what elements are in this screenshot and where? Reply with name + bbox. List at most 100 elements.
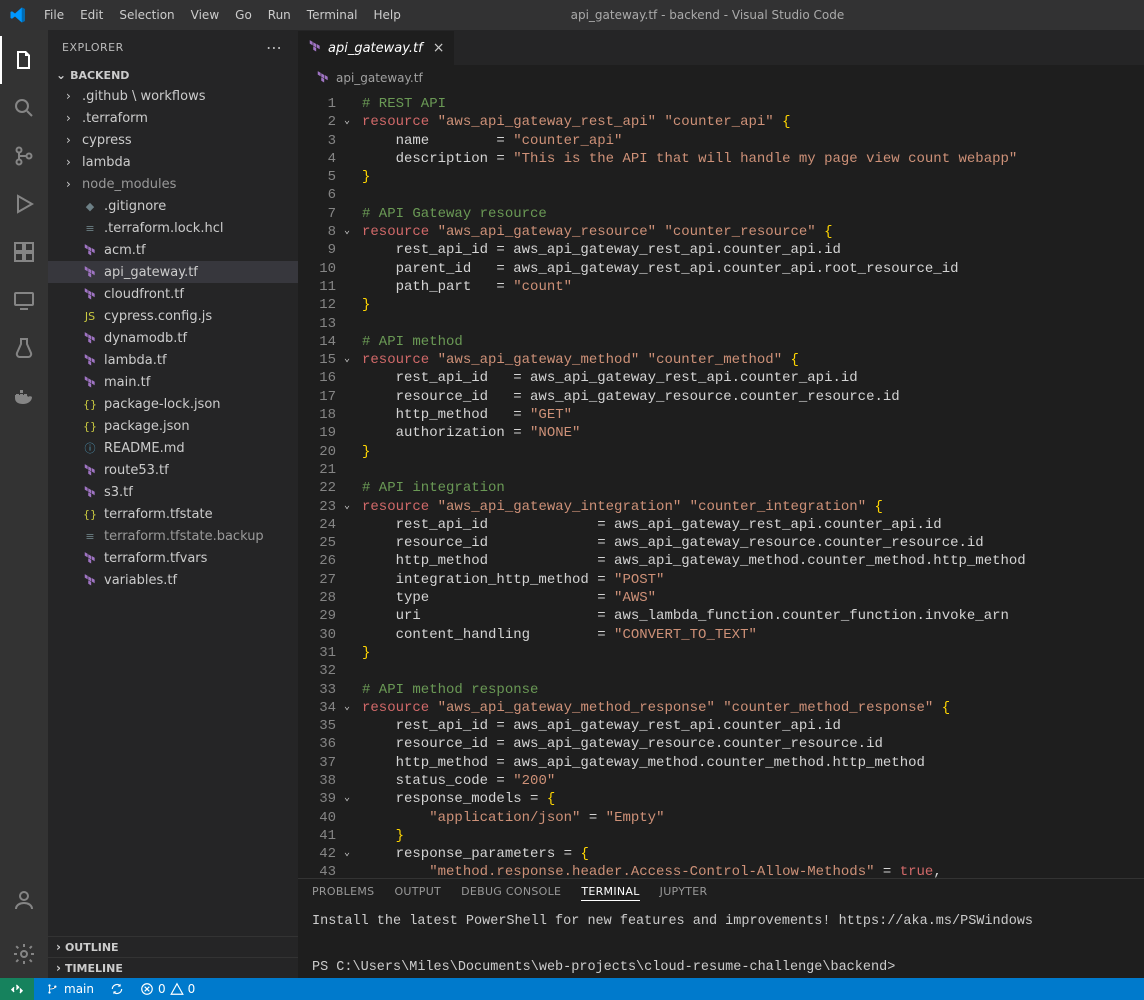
panel-tab-debug-console[interactable]: DEBUG CONSOLE: [461, 885, 561, 901]
fold-icon[interactable]: ⌄: [344, 351, 350, 369]
outline-section[interactable]: › OUTLINE: [48, 936, 298, 957]
gitignore-icon: ◆: [82, 200, 98, 213]
folder-item[interactable]: ›cypress: [48, 129, 298, 151]
file-item[interactable]: {}package-lock.json: [48, 393, 298, 415]
testing-icon[interactable]: [0, 324, 48, 372]
explorer-header: EXPLORER ⋯: [48, 30, 298, 65]
tree-item-label: .terraform: [82, 111, 148, 126]
docker-icon[interactable]: [0, 372, 48, 420]
file-item[interactable]: variables.tf: [48, 569, 298, 591]
panel: PROBLEMS OUTPUT DEBUG CONSOLE TERMINAL JUPYT…: [298, 878, 1144, 978]
fold-icon[interactable]: ⌄: [344, 790, 350, 808]
terraform-icon: [82, 287, 98, 301]
file-item[interactable]: terraform.tfvars: [48, 547, 298, 569]
editor-area: api_gateway.tf × api_gateway.tf 12⌄34567…: [298, 30, 1144, 978]
folder-root[interactable]: ⌄ BACKEND: [48, 65, 298, 85]
problems-status[interactable]: 0 0: [132, 982, 203, 996]
sync-icon[interactable]: [102, 982, 132, 996]
folder-item[interactable]: ›node_modules: [48, 173, 298, 195]
menu-go[interactable]: Go: [227, 0, 260, 30]
line-gutter: 12⌄345678⌄9101112131415⌄1617181920212223…: [298, 91, 346, 878]
source-control-icon[interactable]: [0, 132, 48, 180]
menu-selection[interactable]: Selection: [111, 0, 182, 30]
json-icon: {}: [82, 508, 98, 521]
panel-tab-terminal[interactable]: TERMINAL: [581, 885, 639, 901]
code-editor[interactable]: 12⌄345678⌄9101112131415⌄1617181920212223…: [298, 91, 1144, 878]
file-tree: ›.github \ workflows›.terraform›cypress›…: [48, 85, 298, 936]
tree-item-label: README.md: [104, 441, 185, 456]
panel-tab-jupyter[interactable]: JUPYTER: [660, 885, 708, 901]
terminal[interactable]: Install the latest PowerShell for new fe…: [298, 905, 1144, 986]
terraform-icon: [82, 485, 98, 499]
lock-icon: ≡: [82, 222, 98, 235]
fold-icon[interactable]: ⌄: [344, 845, 350, 863]
file-item[interactable]: JScypress.config.js: [48, 305, 298, 327]
menu-help[interactable]: Help: [366, 0, 409, 30]
tree-item-label: variables.tf: [104, 573, 177, 588]
branch-name: main: [64, 982, 94, 996]
folder-root-label: BACKEND: [70, 69, 129, 82]
menu-view[interactable]: View: [183, 0, 227, 30]
fold-icon[interactable]: ⌄: [344, 699, 350, 717]
terraform-icon: [82, 463, 98, 477]
explorer-icon[interactable]: [0, 36, 48, 84]
file-item[interactable]: lambda.tf: [48, 349, 298, 371]
file-item[interactable]: {} package.json: [48, 415, 298, 437]
file-item[interactable]: ◆ .gitignore: [48, 195, 298, 217]
extensions-icon[interactable]: [0, 228, 48, 276]
git-branch[interactable]: main: [38, 982, 102, 996]
editor-tab[interactable]: api_gateway.tf ×: [298, 31, 455, 65]
tab-label: api_gateway.tf: [328, 41, 423, 56]
chevron-right-icon: ›: [56, 940, 61, 954]
file-item[interactable]: api_gateway.tf: [48, 261, 298, 283]
code-content[interactable]: # REST APIresource "aws_api_gateway_rest…: [346, 91, 1144, 878]
file-item[interactable]: ⓘREADME.md: [48, 437, 298, 459]
menu-run[interactable]: Run: [260, 0, 299, 30]
file-item[interactable]: acm.tf: [48, 239, 298, 261]
file-item[interactable]: dynamodb.tf: [48, 327, 298, 349]
file-item[interactable]: {}terraform.tfstate: [48, 503, 298, 525]
remote-indicator[interactable]: [0, 978, 34, 1000]
terraform-icon: [82, 375, 98, 389]
menu-edit[interactable]: Edit: [72, 0, 111, 30]
terraform-icon: [316, 70, 330, 87]
fold-icon[interactable]: ⌄: [344, 113, 350, 131]
chevron-right-icon: ›: [56, 961, 61, 975]
file-item[interactable]: main.tf: [48, 371, 298, 393]
tree-item-label: .gitignore: [104, 199, 166, 214]
chevron-right-icon: ›: [66, 155, 76, 169]
remote-explorer-icon[interactable]: [0, 276, 48, 324]
fold-icon[interactable]: ⌄: [344, 498, 350, 516]
json-icon: {}: [82, 420, 98, 433]
menu-bar: FileEditSelectionViewGoRunTerminalHelp: [36, 0, 409, 30]
tree-item-label: cypress: [82, 133, 132, 148]
panel-tab-problems[interactable]: PROBLEMS: [312, 885, 374, 901]
settings-gear-icon[interactable]: [0, 930, 48, 978]
file-item[interactable]: cloudfront.tf: [48, 283, 298, 305]
file-item[interactable]: ≡terraform.tfstate.backup: [48, 525, 298, 547]
terminal-line: Install the latest PowerShell for new fe…: [312, 911, 1130, 934]
folder-item[interactable]: ›.terraform: [48, 107, 298, 129]
search-icon[interactable]: [0, 84, 48, 132]
breadcrumbs[interactable]: api_gateway.tf: [298, 65, 1144, 91]
file-item[interactable]: route53.tf: [48, 459, 298, 481]
accounts-icon[interactable]: [0, 876, 48, 924]
tab-bar: api_gateway.tf ×: [298, 30, 1144, 65]
run-debug-icon[interactable]: [0, 180, 48, 228]
more-icon[interactable]: ⋯: [266, 38, 284, 57]
file-item[interactable]: s3.tf: [48, 481, 298, 503]
timeline-label: TIMELINE: [65, 962, 123, 975]
file-item[interactable]: ≡.terraform.lock.hcl: [48, 217, 298, 239]
folder-item[interactable]: ›.github \ workflows: [48, 85, 298, 107]
tree-item-label: route53.tf: [104, 463, 169, 478]
folder-item[interactable]: ›lambda: [48, 151, 298, 173]
tree-item-label: package.json: [104, 419, 190, 434]
tree-item-label: terraform.tfvars: [104, 551, 207, 566]
panel-tab-output[interactable]: OUTPUT: [394, 885, 441, 901]
timeline-section[interactable]: › TIMELINE: [48, 957, 298, 978]
breadcrumb-label: api_gateway.tf: [336, 71, 423, 85]
menu-terminal[interactable]: Terminal: [299, 0, 366, 30]
close-icon[interactable]: ×: [433, 40, 445, 56]
menu-file[interactable]: File: [36, 0, 72, 30]
fold-icon[interactable]: ⌄: [344, 223, 350, 241]
